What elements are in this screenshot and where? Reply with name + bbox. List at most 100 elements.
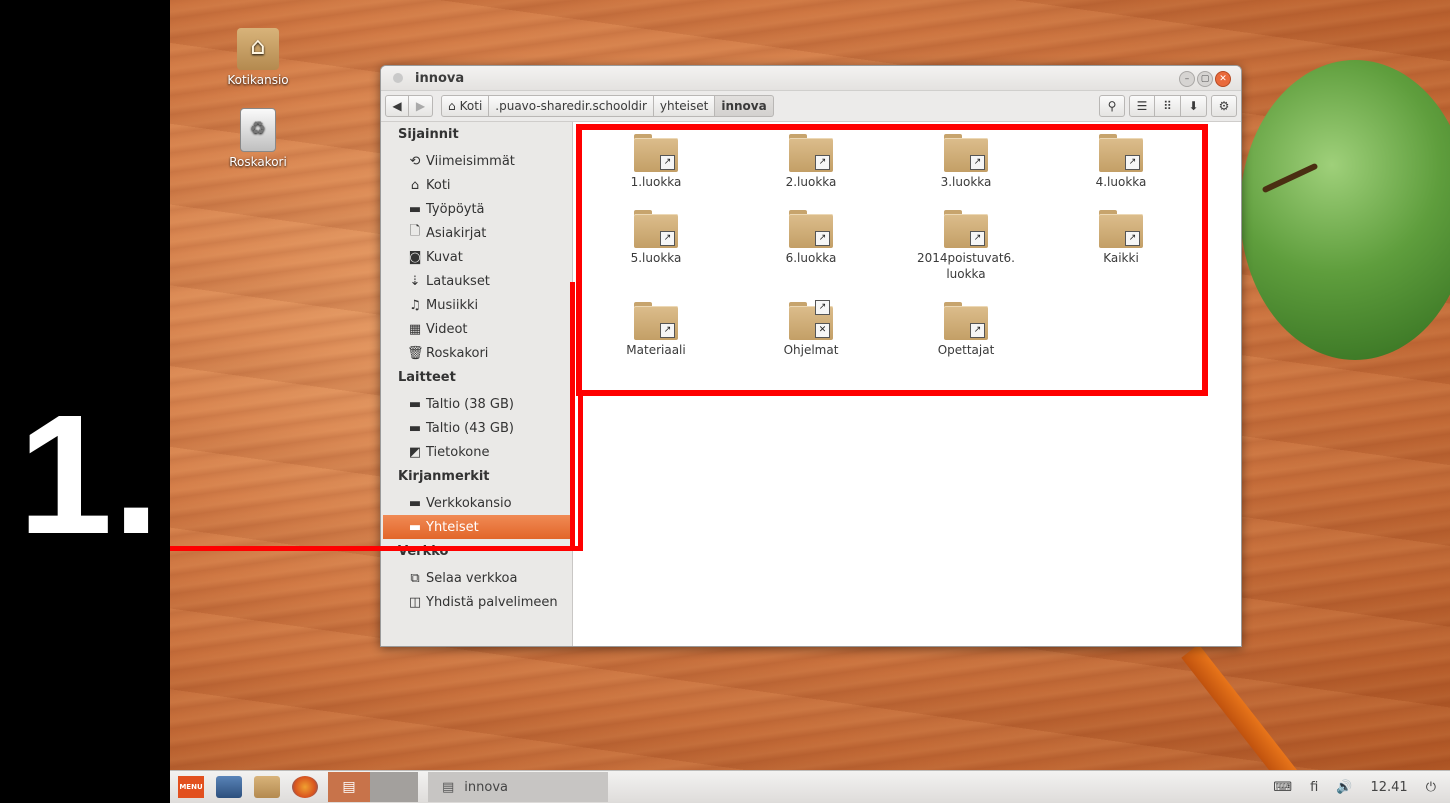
keyboard-layout[interactable]: fi <box>1310 780 1318 795</box>
symlink-badge-icon: ↗ <box>970 155 985 170</box>
folder-icon: ↗ <box>944 302 988 340</box>
breadcrumb-yhteiset[interactable]: yhteiset <box>653 95 716 117</box>
folder-icon: ✕ ↗ <box>789 300 833 340</box>
sidebar-item-musiikki[interactable]: ♫ Musiikki <box>381 293 572 317</box>
menu-button[interactable]: MENU <box>178 776 204 798</box>
file-item[interactable]: ↗ 1.luokka <box>601 134 711 190</box>
annotation-frame-top <box>576 124 1208 130</box>
file-name: Materiaali <box>626 343 686 357</box>
annotation-connector-horizontal <box>170 546 583 551</box>
sidebar-item-icon: ◫ <box>408 594 422 610</box>
firefox-launcher-icon[interactable] <box>292 776 318 798</box>
maximize-button[interactable]: ▢ <box>1197 71 1213 87</box>
sidebar-item-tietokone[interactable]: ◩ Tietokone <box>381 440 572 464</box>
sidebar-item-label: Videot <box>426 321 468 337</box>
sidebar-item-icon: ◩ <box>408 444 422 460</box>
folder-icon: ↗ <box>634 302 678 340</box>
workspace-1[interactable]: ▤ <box>328 772 370 802</box>
file-item[interactable]: ↗ 4.luokka <box>1066 134 1176 190</box>
folder-icon: ↗ <box>634 134 678 172</box>
clock[interactable]: 12.41 <box>1370 780 1407 795</box>
sort-icon[interactable]: ⬇ <box>1181 95 1207 117</box>
sidebar-item-icon: 🗋 <box>409 224 421 239</box>
sidebar-item-videot[interactable]: ▦ Videot <box>381 317 572 341</box>
sidebar-item-verkkokansio[interactable]: ▬ Verkkokansio <box>381 491 572 515</box>
sidebar-item-koti[interactable]: ⌂ Koti <box>381 173 572 197</box>
sidebar-item-icon: ◙ <box>408 249 422 265</box>
sidebar-item-label: Musiikki <box>426 297 479 313</box>
folder-icon: ↗ <box>944 134 988 172</box>
sidebar-item-taltio-43-gb[interactable]: ▬ Taltio (43 GB) <box>381 416 572 440</box>
power-icon[interactable]: ⏻ <box>1426 780 1436 795</box>
annotation-connector-vertical <box>570 282 575 548</box>
desktop-icon-trash[interactable]: Roskakori <box>218 108 298 169</box>
system-tray: ⌨ fi 🔊 12.41 ⏻ <box>1273 780 1450 795</box>
file-name: 5.luokka <box>630 251 682 265</box>
sidebar-item-icon: ▬ <box>408 420 422 436</box>
file-item[interactable]: ↗ 2014poistuvat6. luokka <box>911 210 1021 282</box>
symlink-badge-icon: ↗ <box>815 300 830 315</box>
close-button[interactable]: ✕ <box>1215 71 1231 87</box>
sidebar-item-roskakori[interactable]: 🗑 Roskakori <box>381 341 572 365</box>
file-item[interactable]: ↗ 2.luokka <box>756 134 866 190</box>
back-button[interactable]: ◀ <box>385 95 409 117</box>
sidebar-item-label: Kuvat <box>426 249 463 265</box>
breadcrumb-home[interactable]: ⌂ Koti <box>441 95 490 117</box>
sidebar-item-viimeisimmät[interactable]: ⟲ Viimeisimmät <box>381 149 572 173</box>
file-item[interactable]: ↗ 5.luokka <box>601 210 711 266</box>
desktop-icon-label: Roskakori <box>229 155 287 169</box>
breadcrumb-innova[interactable]: innova <box>715 95 774 117</box>
file-name: 6.luokka <box>785 251 837 265</box>
file-item[interactable]: ↗ 3.luokka <box>911 134 1021 190</box>
minimize-button[interactable]: – <box>1179 71 1195 87</box>
sidebar-item-työpöytä[interactable]: ▬ Työpöytä <box>381 197 572 221</box>
sidebar-item-lataukset[interactable]: ⇣ Lataukset <box>381 269 572 293</box>
sidebar-item-label: Yhteiset <box>426 519 479 535</box>
volume-icon[interactable]: 🔊 <box>1336 780 1352 795</box>
sidebar-section-header: Laitteet <box>398 370 456 385</box>
folder-icon: ↗ <box>944 210 988 248</box>
folder-icon: ↗ <box>789 210 833 248</box>
file-item[interactable]: ↗ Opettajat <box>911 302 1021 358</box>
sidebar-item-label: Roskakori <box>426 345 489 361</box>
list-view-icon[interactable]: ☰ <box>1129 95 1155 117</box>
title-bar[interactable]: innova – ▢ ✕ <box>381 66 1241 91</box>
desktop-icon-home[interactable]: Kotikansio <box>218 28 298 87</box>
file-manager-launcher-icon[interactable] <box>254 776 280 798</box>
sidebar-item-icon: ⌂ <box>410 177 420 193</box>
file-name: 3.luokka <box>940 175 992 189</box>
sidebar-item-yhdistä-palvelimeen[interactable]: ◫ Yhdistä palvelimeen <box>381 590 572 614</box>
task-button-innova[interactable]: ▤ innova <box>428 772 608 802</box>
file-item[interactable]: ↗ Materiaali <box>601 302 711 358</box>
annotation-connector-drop <box>578 390 583 550</box>
file-item[interactable]: ↗ 6.luokka <box>756 210 866 266</box>
task-label: innova <box>464 779 509 795</box>
file-name: Opettajat <box>937 343 995 357</box>
window-menu-icon[interactable] <box>393 73 403 83</box>
file-item[interactable]: ↗ Kaikki <box>1066 210 1176 266</box>
file-item[interactable]: ✕ ↗ Ohjelmat <box>756 300 866 358</box>
symlink-badge-icon: ↗ <box>815 231 830 246</box>
file-name: Kaikki <box>1103 251 1139 265</box>
sidebar-item-asiakirjat[interactable]: 🗋 Asiakirjat <box>381 221 572 245</box>
symlink-badge-icon: ↗ <box>970 231 985 246</box>
file-manager-window: innova – ▢ ✕ ◀ ▶ ⌂ Koti .puavo-sharedir.… <box>380 65 1242 647</box>
forward-button[interactable]: ▶ <box>409 95 433 117</box>
grid-view-icon[interactable]: ⠿ <box>1155 95 1181 117</box>
sidebar-item-icon: ▬ <box>408 495 422 511</box>
sidebar-item-selaa-verkkoa[interactable]: ⧉ Selaa verkkoa <box>381 566 572 590</box>
gear-icon[interactable]: ⚙ <box>1211 95 1237 117</box>
symlink-badge-icon: ↗ <box>660 155 675 170</box>
keyboard-icon[interactable]: ⌨ <box>1273 780 1292 795</box>
sidebar-item-kuvat[interactable]: ◙ Kuvat <box>381 245 572 269</box>
symlink-badge-icon: ↗ <box>815 155 830 170</box>
sidebar-item-yhteiset[interactable]: ▬ Yhteiset <box>383 515 570 539</box>
search-icon[interactable]: ⚲ <box>1099 95 1125 117</box>
sidebar-item-taltio-38-gb[interactable]: ▬ Taltio (38 GB) <box>381 392 572 416</box>
breadcrumb-sharedir[interactable]: .puavo-sharedir.schooldir <box>489 95 654 117</box>
sidebar-item-icon: ▬ <box>408 519 422 535</box>
system-monitor-launcher-icon[interactable] <box>216 776 242 798</box>
toolbar: ◀ ▶ ⌂ Koti .puavo-sharedir.schooldir yht… <box>381 91 1241 122</box>
sidebar-item-icon: ⇣ <box>409 273 421 289</box>
workspace-2[interactable] <box>370 772 418 802</box>
